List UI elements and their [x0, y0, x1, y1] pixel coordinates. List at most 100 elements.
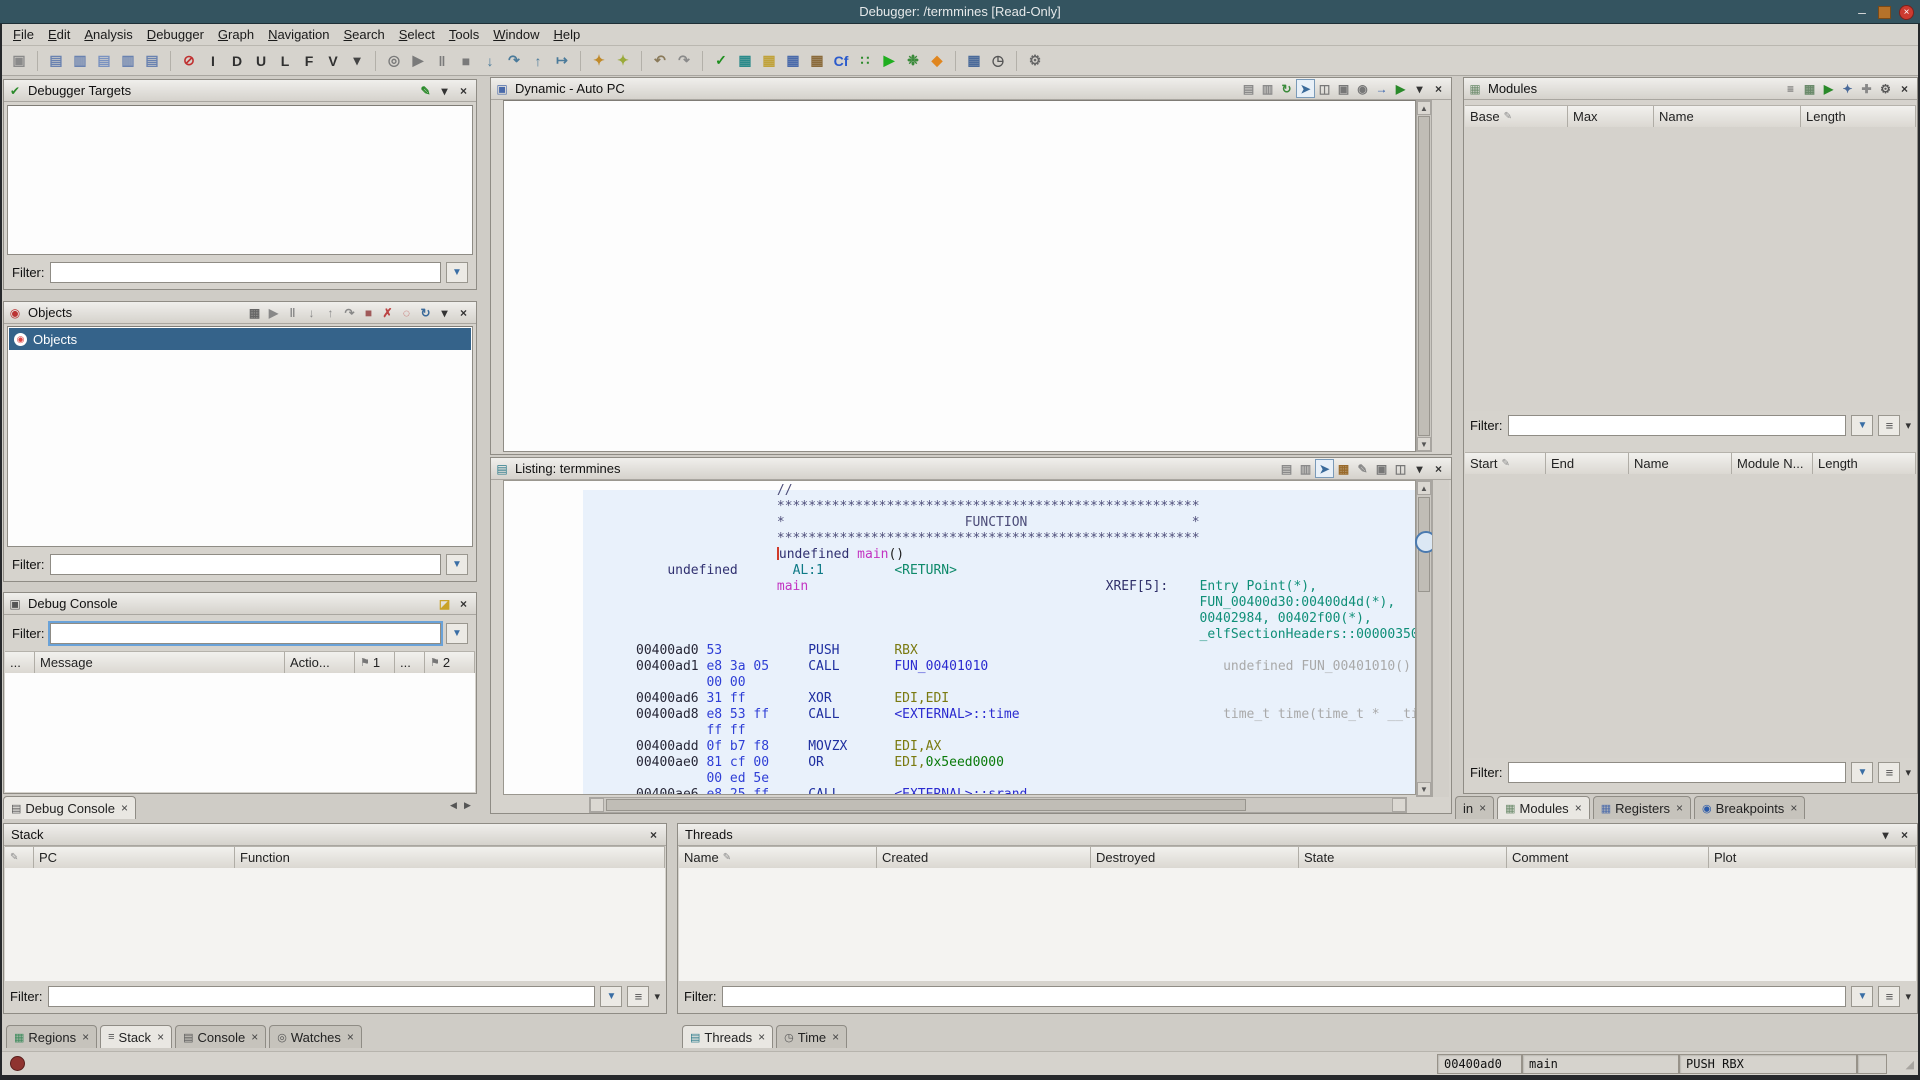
- menu-list-icon[interactable]: ≡: [1781, 79, 1800, 98]
- objects-filter-input[interactable]: [50, 554, 442, 575]
- objects-tree-item-selected[interactable]: ◉ Objects: [9, 328, 471, 350]
- column-settings-icon[interactable]: ≡: [627, 986, 649, 1007]
- column-settings-icon[interactable]: ≡: [1878, 986, 1900, 1007]
- tab-close-icon[interactable]: ×: [832, 1030, 839, 1044]
- sections-col-end[interactable]: End: [1546, 453, 1629, 474]
- console-col-message[interactable]: Message: [35, 652, 285, 673]
- assemble-icon[interactable]: ✦: [612, 50, 634, 72]
- interrupt-icon[interactable]: ‖: [283, 303, 302, 322]
- listing-line[interactable]: * FUNCTION *: [636, 515, 1416, 531]
- step-out-icon[interactable]: ↑: [321, 303, 340, 322]
- listing-line[interactable]: 00400ad8 e8 53 ff CALL <EXTERNAL>::time …: [636, 707, 1416, 723]
- watch-view-icon[interactable]: ▦: [806, 50, 828, 72]
- close-icon[interactable]: ×: [454, 81, 473, 100]
- menu-icon[interactable]: ▾: [1876, 825, 1895, 844]
- sections-table-body[interactable]: [1465, 474, 1916, 758]
- menu-help[interactable]: Help: [546, 25, 587, 44]
- scroll-up-icon[interactable]: ▲: [1417, 101, 1431, 115]
- listing-line[interactable]: 00402984, 00402f00(*),: [636, 611, 1416, 627]
- menu-icon[interactable]: ▾: [1410, 459, 1429, 478]
- table-view-icon[interactable]: ▦: [734, 50, 756, 72]
- console-col-dots[interactable]: ...: [395, 652, 425, 673]
- threads-header[interactable]: Threads ▾×: [678, 824, 1917, 846]
- scrollbar-thumb[interactable]: [1418, 116, 1430, 436]
- goto-pc-icon[interactable]: →: [1372, 79, 1391, 98]
- time-icon[interactable]: ◷: [987, 50, 1009, 72]
- listing-line[interactable]: FUN_00400d30:00400d4d(*),: [636, 595, 1416, 611]
- tab-breakpoints[interactable]: ◉Breakpoints×: [1694, 796, 1805, 819]
- console-col-flag2[interactable]: ⚑ 2: [425, 652, 475, 673]
- threads-table-header[interactable]: Name ✎ Created Destroyed State Comment P…: [679, 846, 1916, 869]
- maximize-button[interactable]: [1878, 6, 1891, 19]
- track-pc-icon[interactable]: ➤: [1296, 79, 1315, 98]
- camera-icon[interactable]: ▣: [1372, 459, 1391, 478]
- menu-icon[interactable]: ▾: [435, 81, 454, 100]
- memory-map-icon[interactable]: ▤: [141, 50, 163, 72]
- filter-menu-icon[interactable]: ▾: [1905, 990, 1911, 1003]
- targets-content[interactable]: [7, 105, 473, 255]
- detach-icon[interactable]: ◌: [397, 303, 416, 322]
- connect-icon[interactable]: ✎: [416, 81, 435, 100]
- listing-view[interactable]: // *************************************…: [503, 480, 1416, 795]
- column-settings-icon[interactable]: ≡: [1878, 415, 1900, 436]
- tab-close-icon[interactable]: ×: [82, 1030, 89, 1044]
- listing-vscrollbar[interactable]: ▲ ▼: [1416, 480, 1432, 797]
- targets-filter-input[interactable]: [50, 262, 442, 283]
- listing-line[interactable]: ff ff: [636, 723, 1416, 739]
- kill-icon[interactable]: ■: [455, 50, 477, 72]
- close-button[interactable]: ×: [1899, 5, 1914, 20]
- console-table-header[interactable]: ... Message Actio... ⚑ 1 ... ⚑ 2: [5, 651, 475, 674]
- tab-stack[interactable]: ≡Stack×: [100, 1025, 172, 1048]
- tab-close-icon[interactable]: ×: [1676, 801, 1683, 815]
- listing-line[interactable]: ****************************************…: [636, 531, 1416, 547]
- modules-table-header[interactable]: Base ✎ Max Name Length: [1465, 105, 1916, 128]
- fields-icon[interactable]: ▦: [1334, 459, 1353, 478]
- clear-console-icon[interactable]: ◪: [435, 594, 454, 613]
- edit-icon[interactable]: ✎: [1353, 459, 1372, 478]
- scroll-down-icon[interactable]: ▼: [1417, 437, 1431, 451]
- stack-table-header[interactable]: ✎ PC Function: [5, 846, 665, 869]
- copy-icon[interactable]: ▤: [1239, 79, 1258, 98]
- copy-icon[interactable]: ▤: [45, 50, 67, 72]
- console-table-body[interactable]: [5, 673, 475, 792]
- marker-icon[interactable]: ◆: [926, 50, 948, 72]
- threads-table-body[interactable]: [679, 868, 1916, 981]
- step-out-icon[interactable]: ↑: [527, 50, 549, 72]
- scroll-down-icon[interactable]: ▼: [1417, 782, 1431, 796]
- sections-filter-input[interactable]: [1508, 762, 1847, 783]
- objects-tree[interactable]: ◉ Objects: [7, 326, 473, 547]
- listing-hscrollbar[interactable]: [589, 797, 1407, 813]
- step-over-icon[interactable]: ↷: [340, 303, 359, 322]
- modules-col-max[interactable]: Max: [1568, 106, 1654, 127]
- menu-window[interactable]: Window: [486, 25, 546, 44]
- filter-options-icon[interactable]: ▼: [1851, 986, 1873, 1007]
- dynamic-header[interactable]: ▣ Dynamic - Auto PC ▤▥↻➤◫▣◉→▶▾×: [491, 78, 1451, 100]
- stack-table-body[interactable]: [5, 868, 665, 981]
- filter-options-icon[interactable]: ▼: [446, 554, 468, 575]
- menu-file[interactable]: File: [6, 25, 41, 44]
- stack-col-pc[interactable]: PC: [34, 847, 235, 868]
- undefine-icon[interactable]: U: [250, 50, 272, 72]
- interrupt-icon[interactable]: ‖: [431, 50, 453, 72]
- menu-icon[interactable]: ▾: [435, 303, 454, 322]
- filter-options-icon[interactable]: ▼: [446, 262, 468, 283]
- status-console-icon[interactable]: [10, 1056, 25, 1071]
- snapshot-icon[interactable]: ▤: [93, 50, 115, 72]
- map-identically-icon[interactable]: ▶: [1819, 79, 1838, 98]
- display-mode-icon[interactable]: ▦: [245, 303, 264, 322]
- debug-console-header[interactable]: ▣ Debug Console ◪×: [4, 593, 476, 615]
- debug-icon[interactable]: ❉: [902, 50, 924, 72]
- close-icon[interactable]: ×: [1429, 79, 1448, 98]
- stack-col-function[interactable]: Function: [235, 847, 665, 868]
- objects-header[interactable]: ◉ Objects ▦▶‖↓↑↷■✗◌↻▾×: [4, 302, 476, 324]
- tab-threads[interactable]: ▤Threads×: [682, 1025, 773, 1048]
- variable-icon[interactable]: V: [322, 50, 344, 72]
- tab-close-icon[interactable]: ×: [1479, 801, 1486, 815]
- close-icon[interactable]: ×: [644, 825, 663, 844]
- listing-header[interactable]: ▤ Listing: termmines ▤▥➤▦✎▣◫▾×: [491, 458, 1451, 480]
- threads-col-created[interactable]: Created: [877, 847, 1091, 868]
- step-last-icon[interactable]: ↦: [551, 50, 573, 72]
- table-chooser-icon[interactable]: ▦: [963, 50, 985, 72]
- data-type-chooser-icon[interactable]: ▾: [346, 50, 368, 72]
- resize-grip-icon[interactable]: ◢: [1906, 1058, 1914, 1071]
